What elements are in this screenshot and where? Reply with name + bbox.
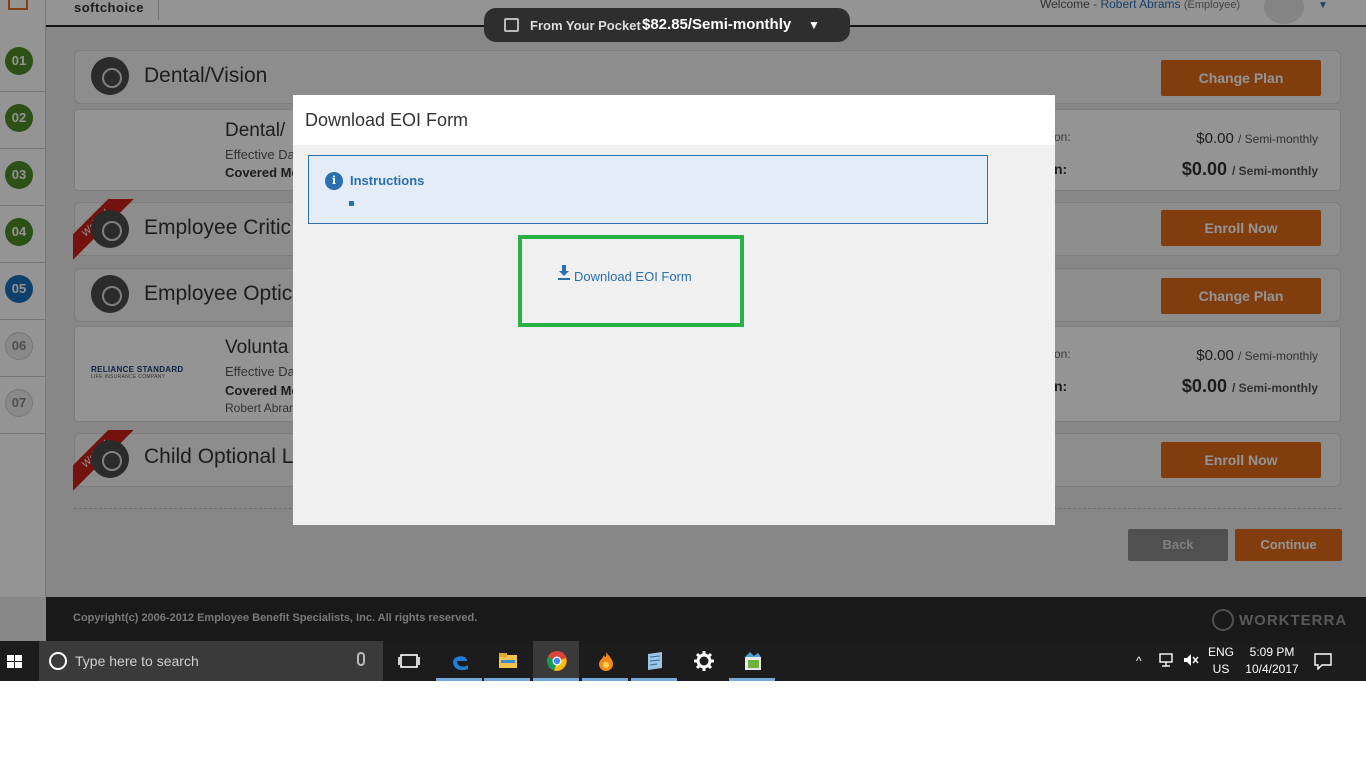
modal-title: Download EOI Form xyxy=(305,110,469,130)
network-glyph xyxy=(1159,653,1173,667)
folder-icon xyxy=(499,653,517,668)
taskbar-app-file-explorer[interactable] xyxy=(484,641,530,681)
download-highlight-box: Download EOI Form xyxy=(518,235,744,327)
instructions-label: Instructions xyxy=(350,173,425,188)
taskbar-app-chrome[interactable] xyxy=(533,641,579,681)
pocket-label: From Your Pocket : xyxy=(530,18,649,33)
download-eoi-form-link[interactable]: Download EOI Form xyxy=(574,269,692,284)
info-icon: i xyxy=(325,172,343,190)
pocket-value: $82.85/Semi-monthly xyxy=(642,16,792,33)
language-code: ENG xyxy=(1207,645,1234,659)
task-view-button[interactable] xyxy=(385,641,431,681)
flame-icon xyxy=(599,652,613,671)
from-your-pocket-dropdown[interactable]: From Your Pocket : $82.85/Semi-monthly ▼ xyxy=(484,8,850,42)
windows-taskbar: Type here to search ^ ENG US 5:09 PM 10/… xyxy=(0,641,1366,681)
chrome-icon xyxy=(547,651,567,671)
cortana-icon xyxy=(49,652,67,670)
taskbar-app-notes[interactable] xyxy=(631,641,677,681)
input-language[interactable]: ENG US xyxy=(1206,645,1236,685)
taskbar-app-settings[interactable] xyxy=(680,641,726,681)
instructions-panel: i Instructions xyxy=(308,155,988,224)
caret-down-icon: ▼ xyxy=(808,18,820,32)
spreadsheet-icon xyxy=(745,652,761,670)
search-placeholder: Type here to search xyxy=(75,653,199,669)
download-eoi-modal: Download EOI Form i Instructions Downloa… xyxy=(293,95,1055,525)
task-view-icon xyxy=(398,654,420,668)
volume-muted-icon[interactable] xyxy=(1182,652,1200,692)
gift-icon xyxy=(504,18,519,32)
network-icon[interactable] xyxy=(1158,652,1176,692)
chevron-up-icon: ^ xyxy=(1136,654,1142,668)
notes-icon xyxy=(648,652,662,670)
download-icon[interactable] xyxy=(558,265,570,279)
action-center-icon[interactable] xyxy=(1313,652,1333,692)
region-code: US xyxy=(1212,662,1230,676)
taskbar-app-flame[interactable] xyxy=(582,641,628,681)
taskbar-app-spreadsheet[interactable] xyxy=(729,641,775,681)
instruction-bullet xyxy=(349,201,354,206)
app-window: 01 02 03 04 05 06 07 softchoice Welcome … xyxy=(0,0,1366,681)
clock-date: 10/4/2017 xyxy=(1245,662,1299,676)
clock-time: 5:09 PM xyxy=(1249,645,1295,659)
notification-glyph xyxy=(1314,653,1332,671)
modal-header: Download EOI Form xyxy=(293,95,1055,145)
windows-start-icon[interactable] xyxy=(7,655,23,669)
taskbar-app-edge[interactable] xyxy=(436,641,482,681)
edge-icon xyxy=(453,656,468,671)
clock[interactable]: 5:09 PM 10/4/2017 xyxy=(1242,645,1302,685)
download-icon-base xyxy=(558,278,570,280)
microphone-icon[interactable] xyxy=(357,652,365,666)
speaker-glyph xyxy=(1184,654,1199,666)
taskbar-search-box[interactable]: Type here to search xyxy=(39,641,383,681)
gear-icon xyxy=(694,651,714,671)
show-hidden-icons[interactable]: ^ xyxy=(1136,652,1142,692)
